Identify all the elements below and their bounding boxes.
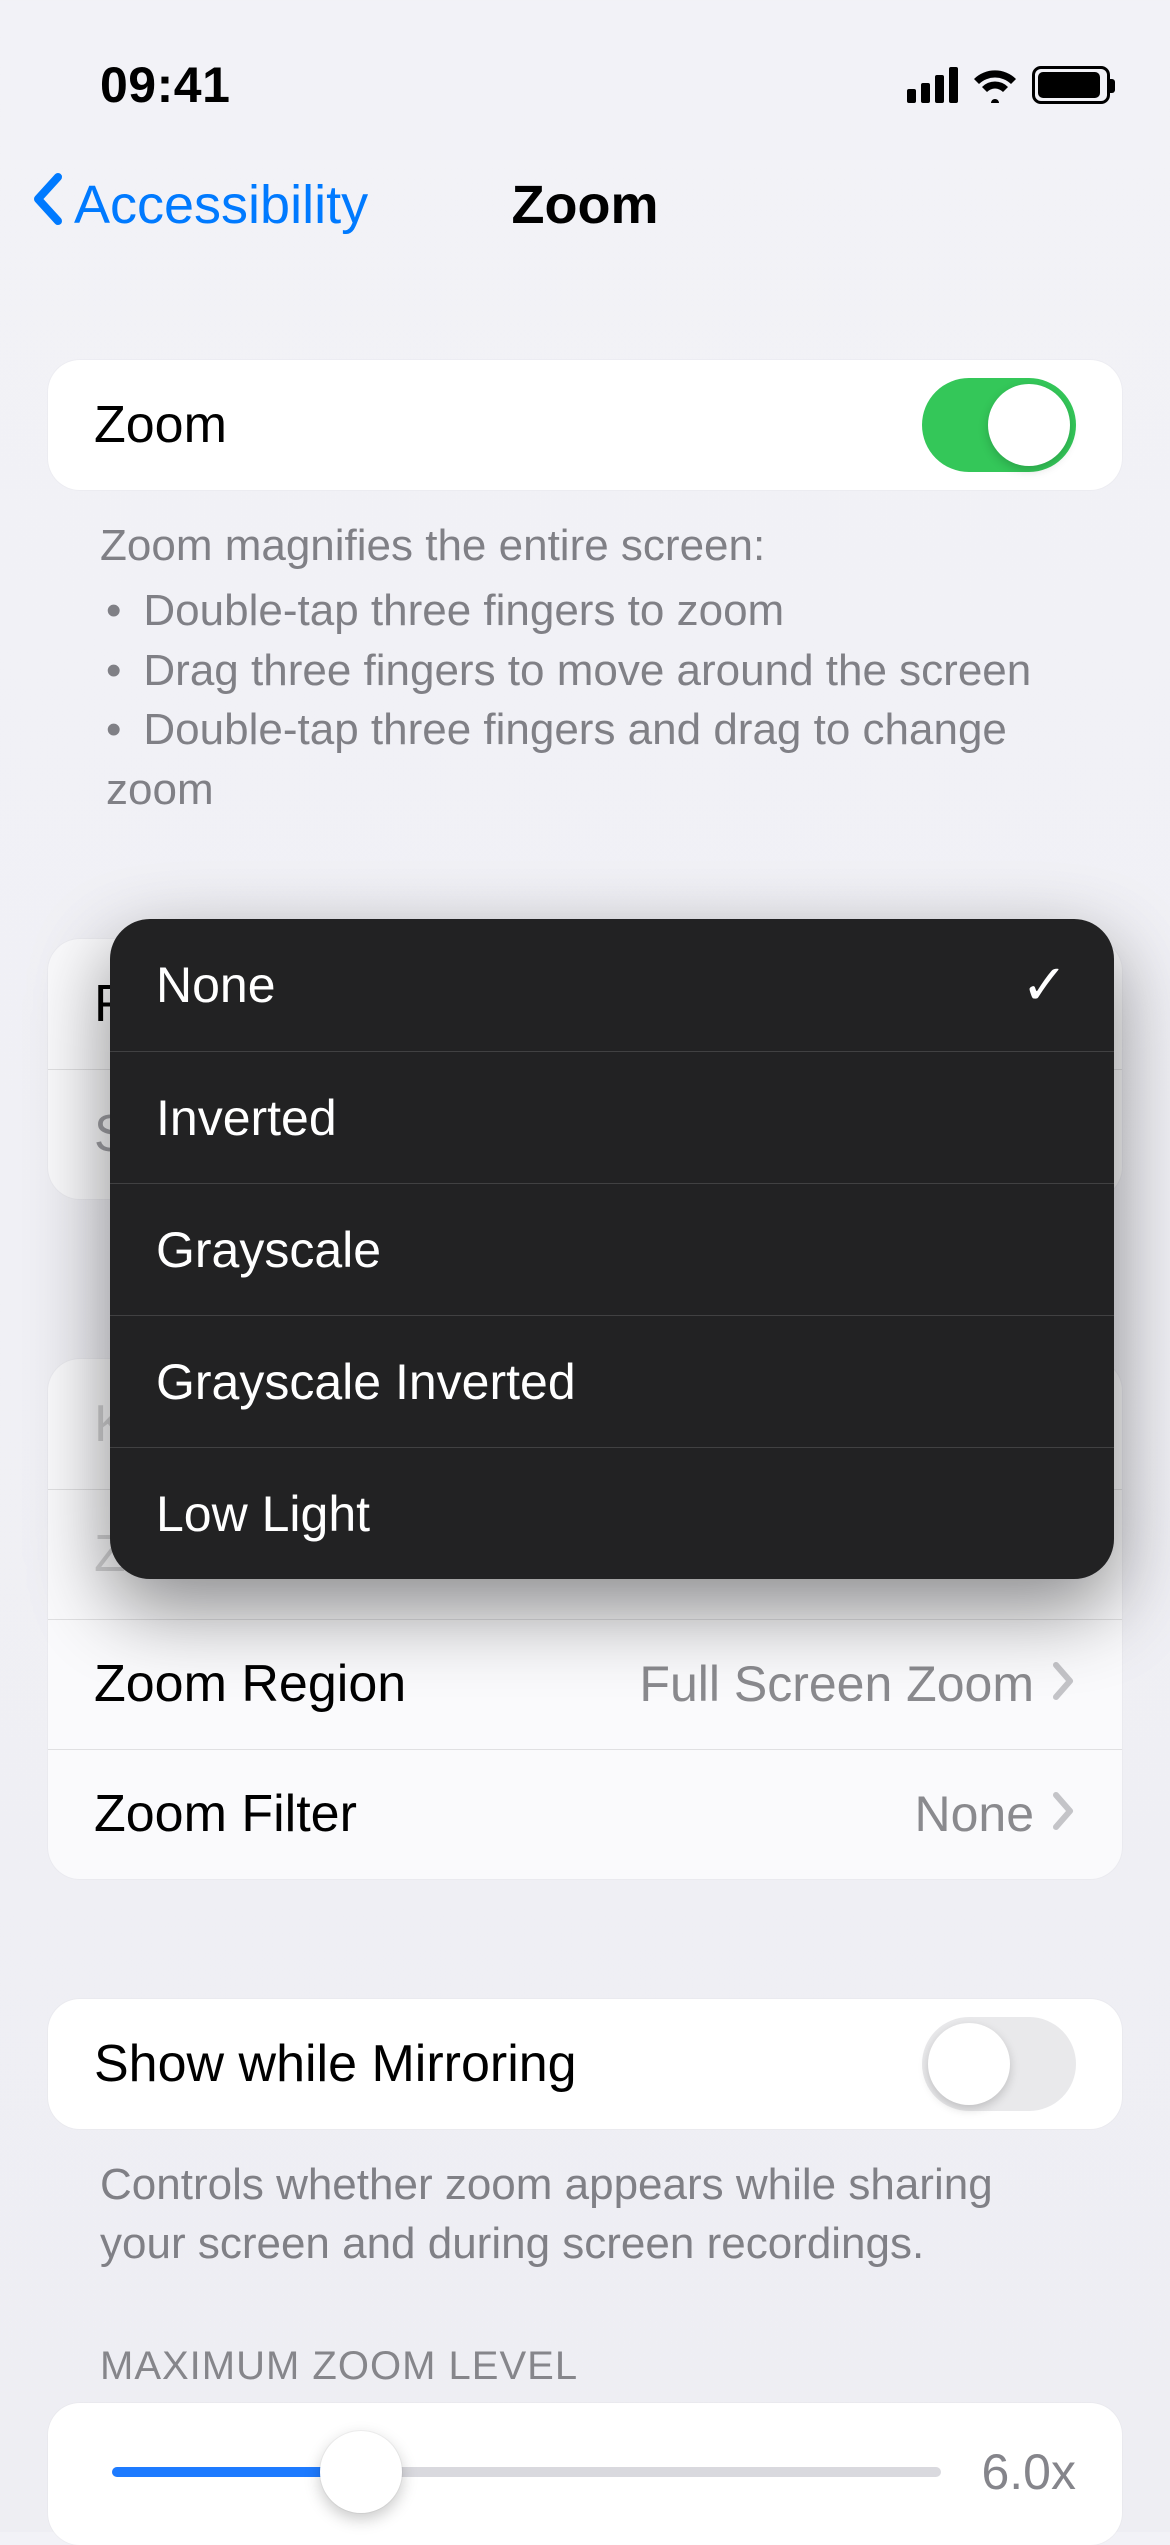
battery-icon: [1032, 66, 1110, 104]
zoom-filter-value: None: [914, 1785, 1034, 1843]
max-zoom-row: 6.0x: [48, 2403, 1122, 2545]
zoom-toggle-label: Zoom: [94, 395, 227, 455]
chevron-left-icon: [30, 171, 66, 240]
max-zoom-group: 6.0x: [48, 2403, 1122, 2545]
chevron-right-icon: [1052, 1655, 1076, 1713]
filter-option-label: Grayscale: [156, 1221, 381, 1279]
zoom-filter-row[interactable]: Zoom Filter None: [48, 1749, 1122, 1879]
filter-option-grayscale-inverted[interactable]: Grayscale Inverted: [110, 1315, 1114, 1447]
filter-option-label: Grayscale Inverted: [156, 1353, 576, 1411]
back-button[interactable]: Accessibility: [30, 171, 368, 240]
zoom-region-value: Full Screen Zoom: [639, 1655, 1034, 1713]
zoom-filter-label: Zoom Filter: [94, 1784, 357, 1844]
zoom-toggle-group: Zoom: [48, 360, 1122, 490]
max-zoom-value: 6.0x: [981, 2443, 1076, 2501]
filter-option-inverted[interactable]: Inverted: [110, 1051, 1114, 1183]
chevron-right-icon: [1052, 1785, 1076, 1843]
navigation-bar: Accessibility Zoom: [0, 140, 1170, 270]
mirroring-row: Show while Mirroring: [48, 1999, 1122, 2129]
max-zoom-header: MAXIMUM ZOOM LEVEL: [48, 2344, 1122, 2403]
zoom-switch[interactable]: [922, 378, 1076, 472]
zoom-region-row[interactable]: Zoom Region Full Screen Zoom: [48, 1619, 1122, 1749]
zoom-region-label: Zoom Region: [94, 1654, 406, 1714]
checkmark-icon: ✓: [1021, 952, 1068, 1018]
zoom-toggle-row: Zoom: [48, 360, 1122, 490]
cellular-signal-icon: [907, 67, 958, 103]
filter-option-label: None: [156, 956, 276, 1014]
mirroring-help-text: Controls whether zoom appears while shar…: [48, 2129, 1122, 2274]
filter-option-grayscale[interactable]: Grayscale: [110, 1183, 1114, 1315]
zoom-filter-menu: None ✓ Inverted Grayscale Grayscale Inve…: [110, 919, 1114, 1579]
filter-option-label: Inverted: [156, 1089, 337, 1147]
status-time: 09:41: [100, 56, 230, 114]
zoom-help-bullet: Drag three fingers to move around the sc…: [106, 641, 1070, 700]
back-label: Accessibility: [74, 174, 368, 236]
filter-option-label: Low Light: [156, 1485, 370, 1543]
mirroring-group: Show while Mirroring: [48, 1999, 1122, 2129]
status-bar: 09:41: [0, 0, 1170, 140]
zoom-help-lead: Zoom magnifies the entire screen:: [100, 516, 1070, 581]
max-zoom-slider[interactable]: [112, 2467, 941, 2477]
mirroring-label: Show while Mirroring: [94, 2034, 577, 2094]
zoom-help-bullet: Double-tap three fingers to zoom: [106, 581, 1070, 640]
zoom-help-text: Zoom magnifies the entire screen: Double…: [48, 490, 1122, 819]
filter-option-none[interactable]: None ✓: [110, 919, 1114, 1051]
zoom-help-bullet: Double-tap three fingers and drag to cha…: [106, 700, 1070, 819]
status-icons: [907, 66, 1110, 104]
filter-option-low-light[interactable]: Low Light: [110, 1447, 1114, 1579]
mirroring-switch[interactable]: [922, 2017, 1076, 2111]
wifi-icon: [972, 67, 1018, 103]
